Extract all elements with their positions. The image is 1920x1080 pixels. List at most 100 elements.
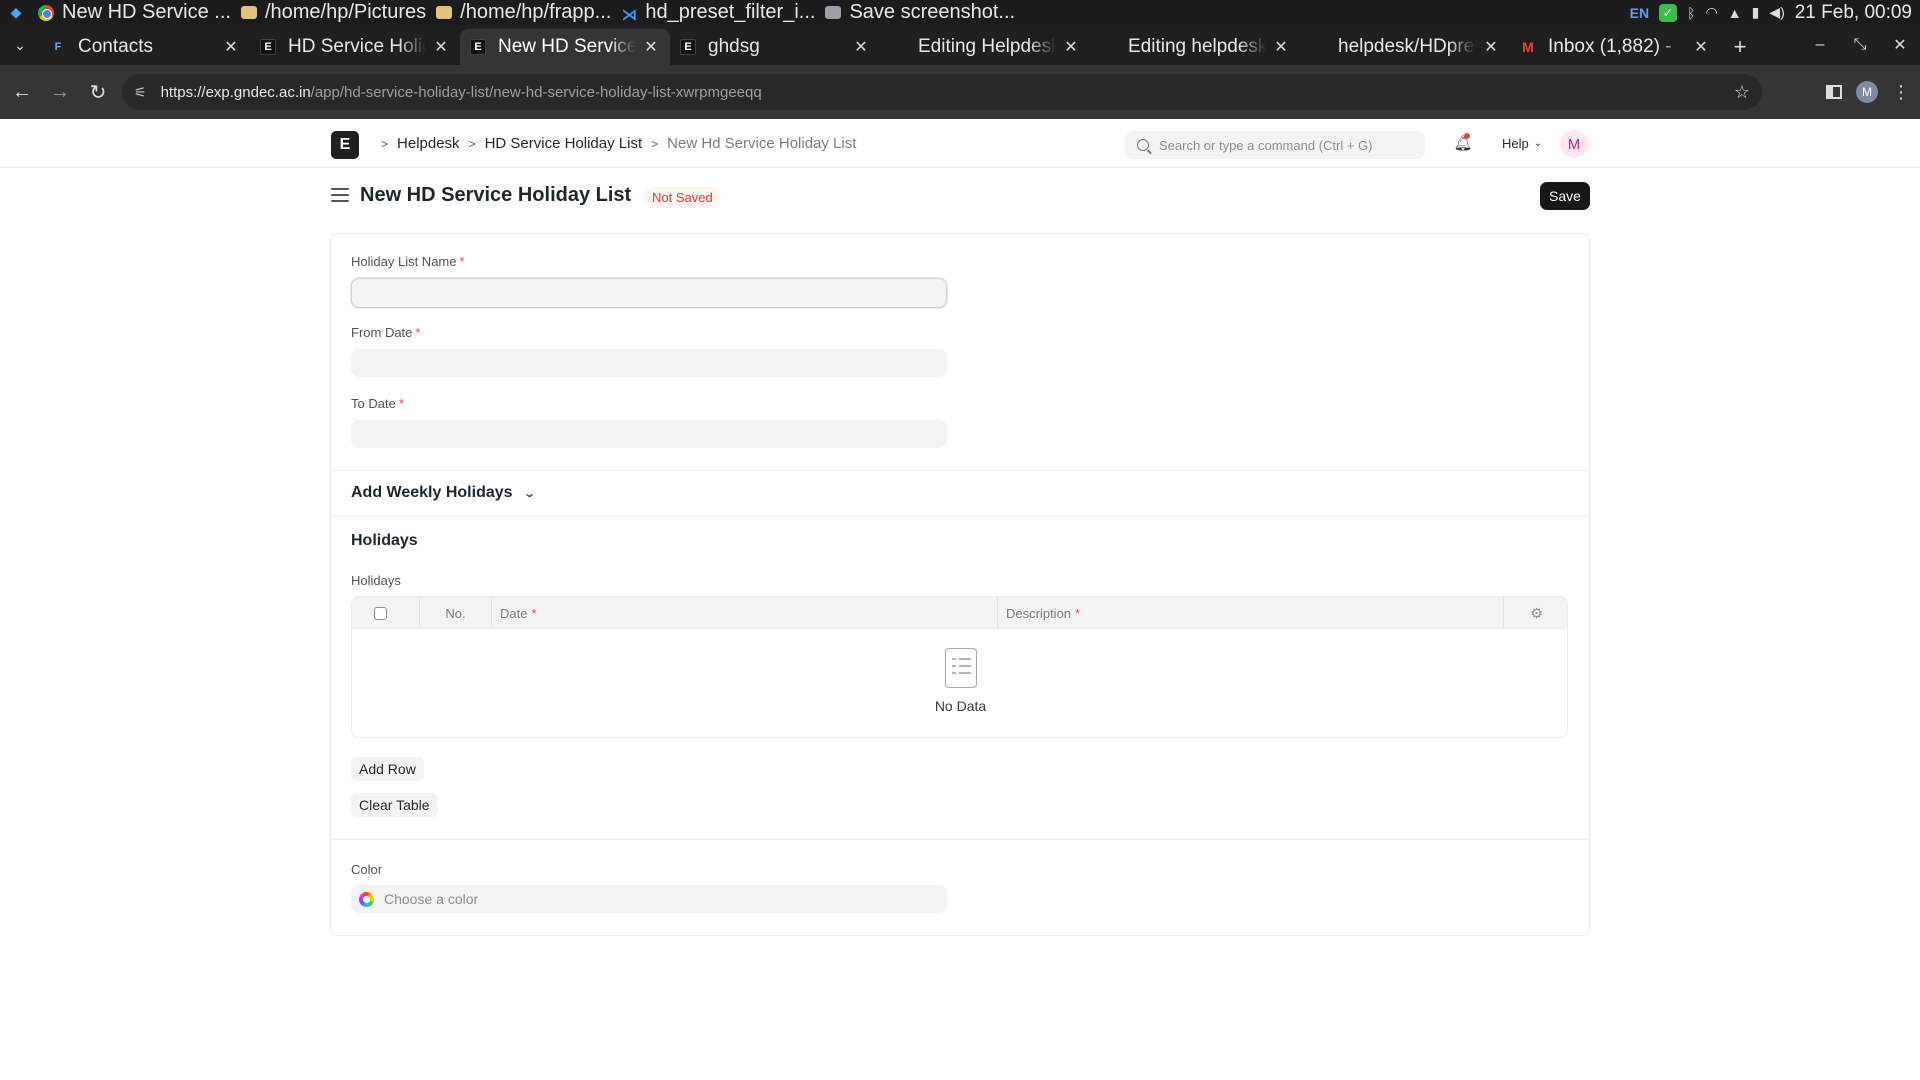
screenshot-icon [825, 6, 842, 19]
clock[interactable]: 21 Feb, 00:09 [1795, 2, 1912, 24]
chevron-right-icon: > [651, 136, 659, 151]
avatar[interactable]: M [1560, 130, 1588, 158]
from-date-input[interactable] [351, 349, 947, 377]
os-task-files-frappe[interactable]: /home/hp/frapp... [436, 1, 611, 24]
form-card: Holiday List Name * From Date * To Date * A… [330, 233, 1590, 936]
search-bar[interactable] [1125, 131, 1425, 159]
reload-icon[interactable]: ↻ [80, 74, 116, 110]
close-window-icon[interactable]: ✕ [1880, 35, 1920, 55]
section-divider [331, 839, 1589, 840]
search-icon [1137, 139, 1149, 151]
color-picker-input[interactable]: Choose a color [351, 885, 947, 913]
os-menu-icon[interactable]: ◆ [4, 3, 28, 23]
close-icon[interactable]: ✕ [642, 37, 660, 57]
holidays-section-title: Holidays [351, 532, 418, 549]
save-button[interactable]: Save [1540, 182, 1590, 210]
battery-icon[interactable]: ▮ [1752, 4, 1760, 21]
close-icon[interactable]: ✕ [1692, 37, 1710, 57]
frappe-favicon-icon: F [54, 41, 62, 53]
github-favicon-icon [890, 39, 906, 55]
erpnext-favicon-icon: E [470, 39, 486, 55]
erpnext-favicon-icon: E [260, 39, 276, 55]
tab-new-hd-service-holiday-list[interactable]: E New HD Service Holiday List ✕ [460, 29, 670, 65]
tab-label: Editing helpdesk [1128, 36, 1266, 57]
forward-arrow-icon[interactable]: → [42, 74, 78, 110]
gear-icon[interactable]: ⚙ [1504, 597, 1567, 629]
add-row-button[interactable]: Add Row [351, 757, 424, 781]
page-title: New HD Service Holiday List [360, 184, 632, 206]
bookmark-star-icon[interactable]: ☆ [1734, 82, 1750, 103]
address-bar[interactable]: ⚟ https://exp.gndec.ac.in/app/hd-service… [122, 74, 1762, 110]
close-icon[interactable]: ✕ [222, 37, 240, 57]
site-info-icon[interactable]: ⚟ [134, 84, 147, 101]
notification-bell-icon[interactable]: 🔔︎ [1453, 133, 1473, 153]
new-tab-plus-icon[interactable]: + [1720, 29, 1760, 65]
color-placeholder: Choose a color [384, 891, 479, 907]
app-navbar: E > Helpdesk > HD Service Holiday List >… [0, 119, 1920, 168]
tab-label: Contacts [78, 36, 153, 57]
side-panel-icon[interactable] [1826, 85, 1842, 99]
close-icon[interactable]: ✕ [1482, 37, 1500, 57]
bluetooth-icon[interactable]: ᛒ [1687, 5, 1695, 21]
notification-icon[interactable]: ▲ [1728, 5, 1742, 21]
close-icon[interactable]: ✕ [432, 37, 450, 57]
to-date-label: To Date * [351, 396, 404, 411]
tab-editing-helpdesk-2[interactable]: Editing helpdesk ✕ [1090, 29, 1300, 65]
close-icon[interactable]: ✕ [1272, 37, 1290, 57]
status-badge: Not Saved [644, 187, 721, 207]
tab-hd-service-holiday-list[interactable]: E HD Service Holiday List ✕ [250, 29, 460, 65]
holidays-table: No. Date * Description * ⚙ No Data [351, 596, 1568, 738]
to-date-input[interactable] [351, 420, 947, 448]
chevron-right-icon: > [381, 136, 389, 151]
section-heading: Add Weekly Holidays [351, 484, 513, 501]
clear-table-button[interactable]: Clear Table [351, 793, 438, 817]
breadcrumb-holiday-list[interactable]: HD Service Holiday List [485, 135, 643, 152]
app-logo[interactable]: E [331, 131, 359, 159]
volume-icon[interactable]: ◀) [1769, 4, 1784, 21]
check-icon[interactable]: ✓ [1659, 3, 1678, 22]
keyboard-layout-indicator[interactable]: EN [1630, 5, 1649, 21]
folder-icon [240, 6, 257, 19]
help-label: Help [1502, 136, 1529, 151]
os-task-browser[interactable]: New HD Service ... [38, 1, 231, 24]
tab-label: Editing Helpdesk [918, 36, 1056, 57]
close-icon[interactable]: ✕ [852, 37, 870, 57]
sidebar-toggle-icon[interactable] [331, 188, 349, 202]
tab-label: New HD Service Holiday List [498, 36, 636, 57]
close-icon[interactable]: ✕ [1062, 37, 1080, 57]
breadcrumb-helpdesk[interactable]: Helpdesk [397, 135, 460, 152]
breadcrumb: > Helpdesk > HD Service Holiday List > N… [372, 119, 856, 168]
tab-label: ghdsg [708, 36, 760, 57]
tab-editing-helpdesk[interactable]: Editing Helpdesk ✕ [880, 29, 1090, 65]
add-weekly-holidays-toggle[interactable]: Add Weekly Holidays ⌄ [351, 484, 536, 502]
folder-icon [436, 6, 453, 19]
chevron-down-icon: ⌄ [1533, 138, 1543, 149]
os-task-screenshot[interactable]: Save screenshot... [825, 1, 1015, 24]
wifi-icon[interactable]: ◠ [1706, 4, 1718, 21]
column-no: No. [420, 597, 492, 629]
tab-helpdesk-hdpreset[interactable]: helpdesk/HDpreset ✕ [1300, 29, 1510, 65]
holiday-list-name-input[interactable] [351, 278, 947, 308]
empty-state: No Data [352, 629, 1567, 737]
search-input[interactable] [1159, 137, 1419, 153]
tab-contacts[interactable]: F Contacts ✕ [40, 29, 250, 65]
os-task-label: Save screenshot... [849, 1, 1016, 23]
tab-inbox[interactable]: M Inbox (1,882) - ✕ [1510, 29, 1720, 65]
chevron-down-icon: ⌄ [522, 487, 536, 500]
back-arrow-icon[interactable]: ← [4, 74, 40, 110]
os-task-files-pictures[interactable]: /home/hp/Pictures [240, 1, 426, 24]
restore-icon[interactable]: ⤡ [1840, 36, 1880, 54]
os-task-label: /home/hp/frapp... [460, 1, 612, 23]
gmail-favicon-icon: M [1522, 39, 1534, 55]
more-menu-icon[interactable]: ⋮ [1892, 82, 1910, 103]
tab-search-chevron-icon[interactable]: ⌄ [0, 25, 40, 65]
browser-toolbar-right: M ⋮ [1826, 65, 1920, 119]
page-head: New HD Service Holiday List Not Saved Sa… [0, 168, 1920, 228]
table-header: No. Date * Description * ⚙ [352, 597, 1567, 629]
help-dropdown[interactable]: Help ⌄ [1502, 119, 1542, 168]
minimize-icon[interactable]: – [1800, 36, 1840, 54]
os-task-vscode[interactable]: ⋊ hd_preset_filter_i... [621, 1, 815, 24]
profile-avatar[interactable]: M [1856, 81, 1878, 103]
tab-ghdsg[interactable]: Eghdsg ✕ [670, 29, 880, 65]
select-all-checkbox[interactable] [374, 606, 387, 620]
